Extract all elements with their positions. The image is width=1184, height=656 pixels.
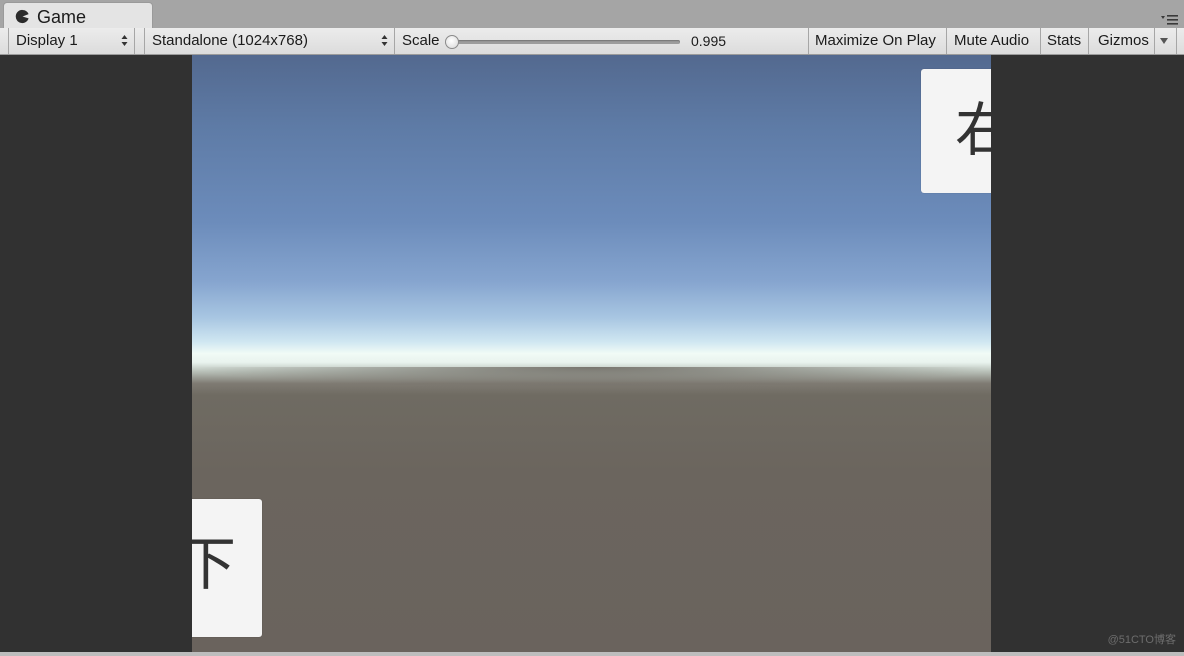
- toolbar-divider: [1040, 28, 1041, 54]
- stats-toggle[interactable]: Stats: [1047, 28, 1081, 54]
- right-button-label: 右: [955, 96, 991, 164]
- toolbar-divider: [808, 28, 809, 54]
- game-toolbar: Display 1 Standalone (1024x768) Scale 0.…: [0, 28, 1184, 55]
- right-move-button[interactable]: 右: [921, 69, 991, 193]
- window-bottom-edge: [0, 652, 1184, 656]
- toolbar-divider: [394, 28, 395, 54]
- select-arrows-icon: [381, 35, 388, 46]
- horizon-haze: [192, 367, 991, 389]
- display-select[interactable]: Display 1: [8, 28, 134, 54]
- tab-bar: Game: [0, 0, 1184, 29]
- toolbar-divider: [144, 28, 145, 54]
- mute-audio-toggle[interactable]: Mute Audio: [954, 28, 1029, 54]
- maximize-on-play-toggle[interactable]: Maximize On Play: [815, 28, 936, 54]
- tab-game[interactable]: Game: [3, 2, 153, 29]
- watermark: @51CTO博客: [1107, 634, 1176, 646]
- gizmos-toggle[interactable]: Gizmos: [1098, 28, 1149, 54]
- panel-menu-icon[interactable]: [1161, 14, 1179, 26]
- toolbar-divider: [134, 28, 135, 54]
- scale-slider-thumb[interactable]: [445, 35, 459, 49]
- scale-label: Scale: [402, 32, 440, 49]
- unity-game-window: Game Display 1 Standalone (1024x768) Sca…: [0, 0, 1184, 656]
- pacman-game-icon: [15, 9, 29, 24]
- scale-value: 0.995: [691, 33, 727, 49]
- toolbar-divider: [946, 28, 947, 54]
- game-viewport[interactable]: 右 下: [192, 55, 991, 652]
- toolbar-divider: [8, 28, 9, 54]
- toolbar-divider: [1176, 28, 1177, 54]
- display-select-value: Display 1: [16, 32, 78, 49]
- toolbar-divider: [1154, 28, 1155, 54]
- game-view: 右 下 @51CTO博客: [0, 55, 1184, 656]
- down-button-label: 下: [192, 530, 237, 598]
- select-arrows-icon: [121, 35, 128, 46]
- resolution-select[interactable]: Standalone (1024x768): [144, 28, 394, 54]
- tab-game-label: Game: [37, 7, 87, 27]
- toolbar-divider: [1088, 28, 1089, 54]
- gizmos-dropdown-icon[interactable]: [1160, 38, 1168, 44]
- down-move-button[interactable]: 下: [192, 499, 262, 637]
- scale-slider-track[interactable]: [450, 40, 680, 44]
- resolution-select-value: Standalone (1024x768): [152, 32, 308, 49]
